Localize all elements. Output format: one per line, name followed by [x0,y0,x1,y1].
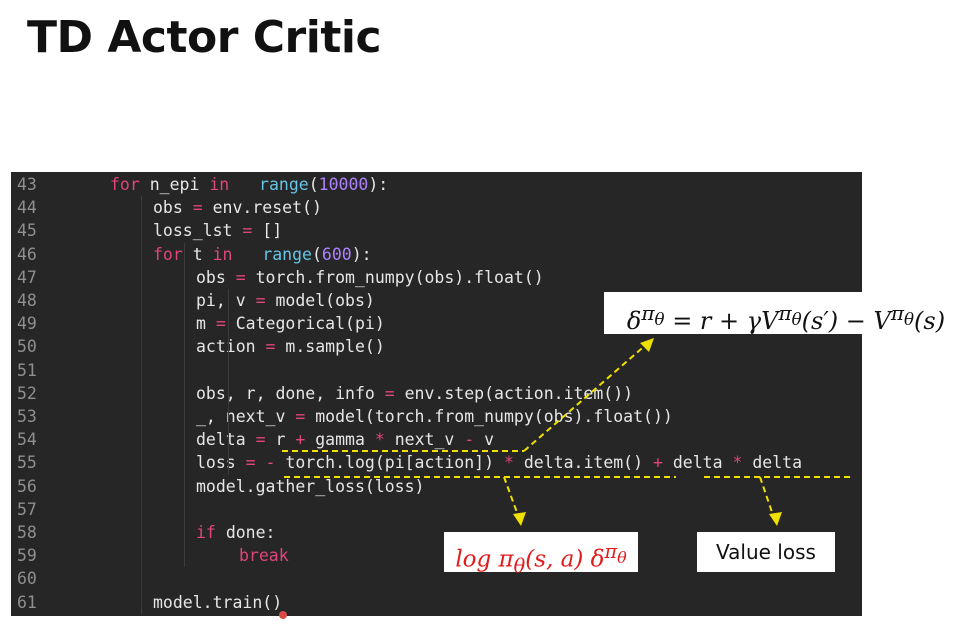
value-loss-arrow-line [759,476,775,519]
value-loss-arrowhead [769,512,782,526]
policy-loss-formula: log πθ(s, a) δπθ [444,532,638,577]
delta-arrowhead [640,338,654,352]
td-error-formula: δπθ = r + γVπθ(s′) − Vπθ(s) [604,292,968,335]
policy-loss-arrowhead [513,512,526,526]
policy-loss-arrow-line [503,476,520,519]
mouse-cursor-dot [279,611,287,619]
value-loss-label: Value loss [697,532,835,572]
delta-arrow-line [523,342,649,452]
